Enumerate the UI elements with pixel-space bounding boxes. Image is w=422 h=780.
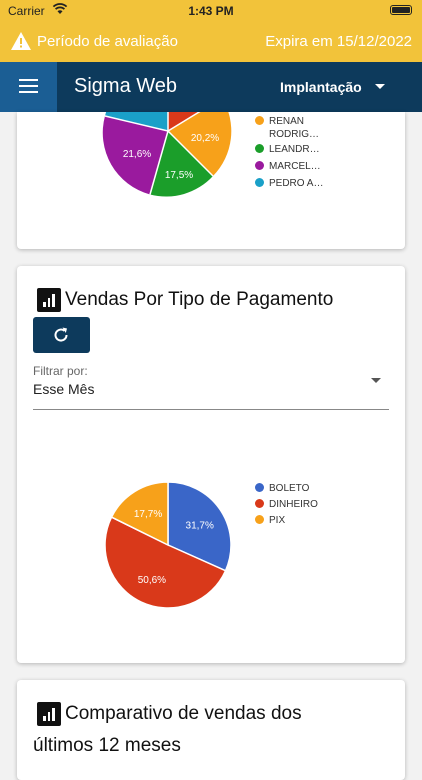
legend-swatch <box>255 116 264 125</box>
payment-legend: BOLETO DINHEIRO PIX <box>255 482 375 532</box>
refresh-button[interactable] <box>33 317 90 353</box>
legend-label: MARCEL… <box>269 161 321 172</box>
warning-icon <box>11 32 31 50</box>
bar-chart-icon <box>37 702 61 726</box>
legend-label: LEANDR… <box>269 144 320 155</box>
legend-label: RENAN <box>269 116 305 127</box>
legend-label: DINHEIRO <box>269 499 318 510</box>
pie-slice-label-dinheiro: 50,6% <box>138 575 166 586</box>
sales-comparison-card: Comparativo de vendas dos últimos 12 mes… <box>17 680 405 780</box>
legend-label: PEDRO A… <box>269 178 324 189</box>
pie-slice-label-pix: 17,7% <box>134 509 162 520</box>
filter-label: Filtrar por: <box>33 364 88 378</box>
trial-label: Período de avaliação <box>37 33 178 50</box>
seller-legend: RENAN RODRIG… LEANDR… MARCEL… PEDRO A… <box>255 115 375 205</box>
legend-label: BOLETO <box>269 483 310 494</box>
legend-swatch <box>255 161 264 170</box>
pie-slice-label-boleto: 31,7% <box>186 520 214 531</box>
menu-button[interactable] <box>0 62 57 112</box>
card-title: Vendas Por Tipo de Pagamento <box>65 289 334 310</box>
environment-selector[interactable]: Implantação <box>280 79 362 95</box>
payment-type-card: Vendas Por Tipo de Pagamento Filtrar por… <box>17 266 405 663</box>
battery-icon <box>390 5 412 15</box>
seller-slice-label-renan: 20,2% <box>191 133 219 144</box>
trial-banner: Período de avaliação Expira em 15/12/202… <box>0 22 422 62</box>
card-title: Comparativo de vendas dos <box>65 703 302 724</box>
period-filter-select[interactable]: Esse Mês <box>33 381 94 397</box>
legend-swatch <box>255 178 264 187</box>
legend-swatch <box>255 483 264 492</box>
seller-slice-label-marcel: 21,6% <box>123 149 151 160</box>
app-title: Sigma Web <box>74 75 178 97</box>
legend-swatch <box>255 144 264 153</box>
seller-slice-label-leandro: 17,5% <box>165 170 193 181</box>
app-header: Sigma Web Implantação <box>0 62 422 112</box>
refresh-icon <box>54 327 68 342</box>
clock: 1:43 PM <box>188 4 234 18</box>
chevron-down-icon[interactable] <box>375 84 385 89</box>
legend-swatch <box>255 499 264 508</box>
card-title-cont: últimos 12 meses <box>33 735 181 756</box>
trial-expiry: Expira em 15/12/2022 <box>265 33 412 50</box>
chevron-down-icon[interactable] <box>371 378 381 383</box>
legend-label: PIX <box>269 515 286 526</box>
bar-chart-icon <box>37 288 61 312</box>
legend-label-cont: RODRIG… <box>269 129 319 140</box>
status-bar: Carrier 1:43 PM <box>0 0 422 22</box>
seller-pie-chart: 20,2% 17,5% 21,6% <box>102 112 232 197</box>
hamburger-icon <box>19 79 38 81</box>
payment-pie-chart: 31,7% 50,6% 17,7% <box>104 481 232 609</box>
seller-chart-card: 20,2% 17,5% 21,6% RENAN RODRIG… LEANDR… … <box>17 112 405 249</box>
legend-swatch <box>255 515 264 524</box>
filter-underline <box>33 409 389 410</box>
